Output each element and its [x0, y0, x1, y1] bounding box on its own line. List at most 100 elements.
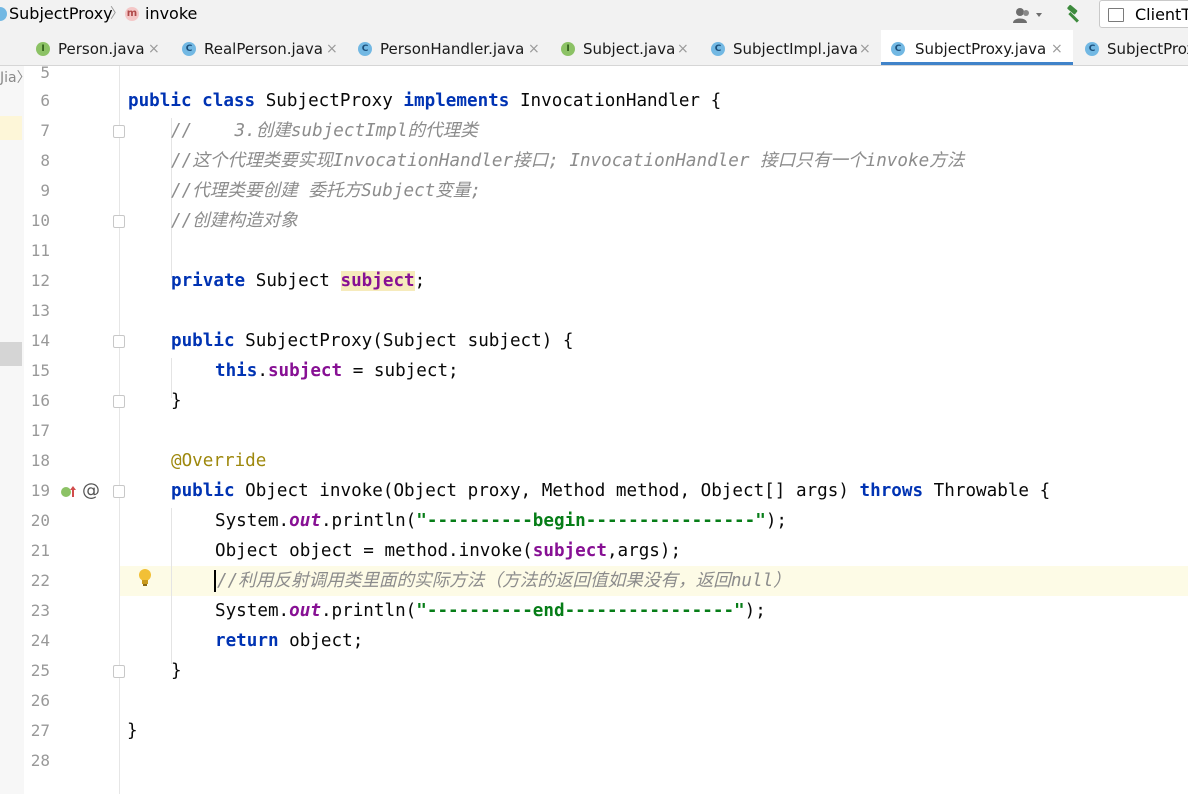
string-literal: "----------begin----------------": [416, 511, 766, 531]
tab-personhandler-java[interactable]: C PersonHandler.java ×: [356, 30, 546, 65]
keyword: public: [171, 481, 235, 501]
breadcrumb-separator: 〉: [110, 6, 124, 22]
method-signature: Object invoke(Object proxy, Method metho…: [245, 481, 849, 501]
line-number: 6: [40, 91, 50, 110]
run-config-selector[interactable]: ClientTest: [1099, 0, 1188, 28]
code-line-20[interactable]: System.out.println("----------begin-----…: [215, 506, 787, 536]
tab-realperson-java[interactable]: C RealPerson.java ×: [180, 30, 345, 65]
line-number: 24: [30, 631, 50, 650]
line-number: 23: [30, 601, 50, 620]
code-line-9[interactable]: //代理类要创建 委托方Subject变量;: [171, 176, 481, 206]
statement: Object object = method.invoke(: [215, 541, 533, 561]
tab-label: SubjectProxy.java: [915, 40, 1047, 58]
line-number: 9: [40, 181, 50, 200]
code-line-10[interactable]: //创建构造对象: [171, 206, 298, 236]
code-line-12[interactable]: private Subject subject;: [171, 266, 425, 296]
close-icon[interactable]: ×: [677, 30, 689, 68]
line-number: 18: [30, 451, 50, 470]
fold-marker[interactable]: [113, 485, 125, 498]
class-name: SubjectProxy: [265, 91, 393, 111]
tab-person-java[interactable]: I Person.java ×: [34, 30, 174, 65]
code-line-7[interactable]: // 3.创建subjectImpl的代理类: [171, 116, 478, 146]
code-line-21[interactable]: Object object = method.invoke(subject,ar…: [215, 536, 681, 566]
line-number: 16: [30, 391, 50, 410]
constructor-signature: SubjectProxy(Subject subject) {: [245, 331, 574, 351]
code-line-22[interactable]: //利用反射调用类里面的实际方法（方法的返回值如果没有，返回null）: [217, 566, 791, 596]
tab-label: RealPerson.java: [204, 40, 323, 58]
line-number: 15: [30, 361, 50, 380]
code-line-18[interactable]: @Override: [171, 446, 266, 476]
line-number: 26: [30, 691, 50, 710]
breadcrumb-file[interactable]: SubjectProxy: [9, 0, 113, 30]
indent-guide: [171, 508, 172, 664]
keyword: public: [171, 331, 235, 351]
tab-subjectproxytest[interactable]: C SubjectProxyTest: [1083, 30, 1188, 65]
user-icon[interactable]: [1012, 6, 1046, 24]
code-line-24[interactable]: return object;: [215, 626, 363, 656]
interface-icon: I: [36, 42, 50, 56]
tab-subjectproxy-java[interactable]: C SubjectProxy.java ×: [881, 30, 1073, 65]
close-icon[interactable]: ×: [326, 30, 338, 68]
fold-marker[interactable]: [113, 335, 125, 348]
statement-end: ,args);: [606, 541, 682, 561]
close-icon[interactable]: ×: [1051, 30, 1063, 68]
field: subject: [267, 361, 343, 381]
navigation-bar: SubjectProxy 〉 m invoke ClientTest: [0, 0, 1188, 30]
keyword: throws: [859, 481, 924, 501]
code-line-27[interactable]: }: [127, 716, 138, 746]
punctuation: ;: [414, 271, 426, 291]
fold-marker[interactable]: [113, 395, 125, 408]
breadcrumb-method[interactable]: invoke: [145, 0, 197, 30]
fold-marker[interactable]: [113, 125, 125, 138]
hammer-icon[interactable]: [1064, 4, 1084, 24]
lightbulb-icon[interactable]: [137, 568, 153, 588]
punctuation: );: [744, 601, 766, 621]
run-config-icon: [1108, 8, 1124, 22]
class-icon: C: [182, 42, 196, 56]
method-icon: m: [125, 7, 139, 21]
tab-subject-java[interactable]: I Subject.java ×: [559, 30, 699, 65]
line-number: 17: [30, 421, 50, 440]
code-line-6[interactable]: public class SubjectProxy implements Inv…: [128, 86, 721, 116]
line-number: 11: [30, 241, 50, 260]
code-line-15[interactable]: this.subject = subject;: [215, 356, 459, 386]
interface-icon: I: [561, 42, 575, 56]
close-icon[interactable]: ×: [859, 30, 871, 68]
line-number: 12: [30, 271, 50, 290]
fold-marker[interactable]: [113, 665, 125, 678]
keyword: class: [202, 91, 256, 111]
code-line-8[interactable]: //这个代理类要实现InvocationHandler接口; Invocatio…: [171, 146, 964, 176]
code-line-23[interactable]: System.out.println("----------end-------…: [215, 596, 766, 626]
return-value: object;: [278, 631, 364, 651]
tab-subjectimpl-java[interactable]: C SubjectImpl.java ×: [709, 30, 879, 65]
line-number: 19: [30, 481, 50, 500]
override-at-icon[interactable]: @: [82, 480, 100, 501]
implements-up-arrow-icon[interactable]: [60, 482, 78, 500]
class-icon: C: [891, 42, 905, 56]
class-ref: System.: [215, 601, 290, 621]
tab-label: Subject.java: [583, 40, 676, 58]
fold-marker[interactable]: [113, 215, 125, 228]
interface-name: InvocationHandler {: [519, 91, 722, 111]
code-line-14[interactable]: public SubjectProxy(Subject subject) {: [171, 326, 574, 356]
close-icon[interactable]: ×: [148, 30, 160, 68]
field: subject: [532, 541, 607, 561]
keyword: this: [215, 361, 258, 381]
class-icon: C: [358, 42, 372, 56]
string-literal: "----------end----------------": [416, 601, 745, 621]
tab-label: SubjectProxyTest: [1107, 40, 1188, 58]
project-row-selected: [0, 342, 22, 366]
type-name: Subject: [255, 271, 330, 291]
keyword: return: [215, 631, 279, 651]
class-ref: System.: [215, 511, 290, 531]
class-file-icon: [0, 7, 7, 21]
code-line-16[interactable]: }: [171, 386, 182, 416]
keyword: implements: [403, 91, 510, 111]
code-line-19[interactable]: public Object invoke(Object proxy, Metho…: [171, 476, 1050, 506]
close-icon[interactable]: ×: [528, 30, 540, 68]
run-config-label: ClientTest: [1135, 5, 1188, 24]
code-line-25[interactable]: }: [171, 656, 182, 686]
static-field: out: [289, 511, 321, 531]
keyword: public: [128, 91, 192, 111]
line-number: 10: [30, 211, 50, 230]
